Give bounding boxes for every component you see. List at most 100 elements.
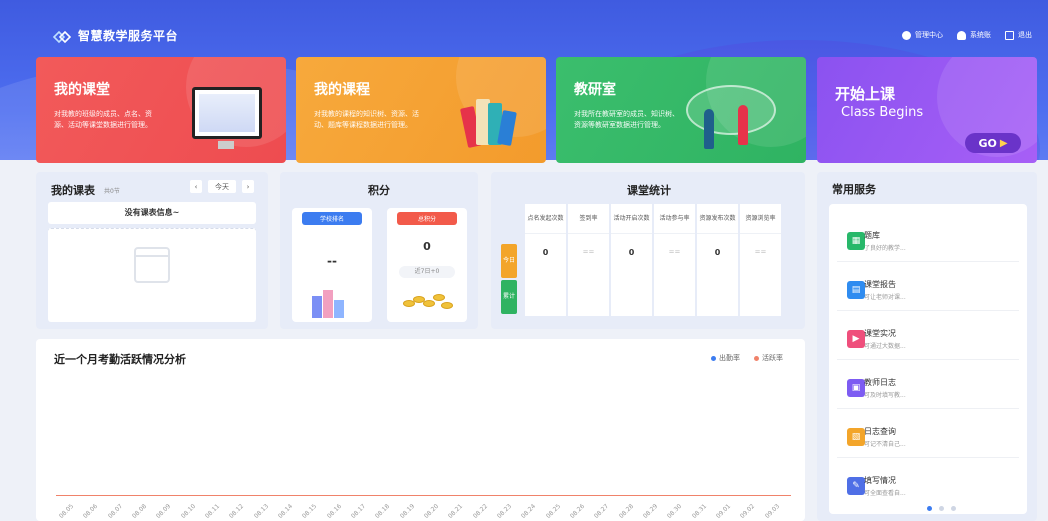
stat-column: 点名发起次数 0 [525,204,566,316]
x-tick-label: 08.13 [252,502,270,520]
go-button[interactable]: GO ▶ [965,133,1021,153]
card-title: 教研室 [574,82,616,98]
service-item-teacher-log[interactable]: ▣ 教师日志 可及时填写教... [837,365,1019,409]
common-services-panel: 常用服务 ▦ 题库 了良好的教学... ▤ 课堂报告 可让老师对课... ▶ 课… [817,172,1037,521]
carousel-dot[interactable] [951,506,956,511]
stat-value: == [582,248,595,256]
x-tick-label: 08.25 [544,502,562,520]
school-rank-label: 学校排名 [302,212,362,225]
chart-legend: 出勤率 活跃率 [711,353,783,363]
logout-icon [1005,30,1014,40]
x-axis-line [56,495,791,496]
carousel-dots [927,506,956,511]
stat-column: 资源发布次数 0 [697,204,738,316]
legend-item-activity[interactable]: 活跃率 [754,353,783,363]
service-desc: 可全面查看自... [864,490,906,497]
carousel-dot[interactable] [939,506,944,511]
schedule-empty-message: 没有课表信息~ [48,202,256,224]
stat-value: 0 [714,248,721,257]
card-desc: 对我教的课程的知识树、资源、活动、题库等课程数据进行管理。 [314,110,419,129]
service-item-live-class[interactable]: ▶ 课堂实况 可通过大数据... [837,316,1019,360]
service-item-fill-status[interactable]: ✎ 填写情况 可全面查看自... [837,463,1019,507]
stat-value: == [668,248,681,256]
legend-item-attendance[interactable]: 出勤率 [711,353,740,363]
card-title: 我的课程 [314,82,370,98]
x-tick-label: 08.18 [374,502,392,520]
report-icon: ▤ [847,281,865,299]
calendar-icon [134,247,170,283]
next-day-button[interactable]: › [242,180,254,193]
app-logo[interactable]: 智慧教学服务平台 [52,27,178,44]
service-name: 题库 [864,231,880,240]
x-tick-label: 08.28 [617,502,635,520]
service-desc: 可通过大数据... [864,343,906,350]
stat-header: 签到率 [568,204,609,234]
service-item-question-bank[interactable]: ▦ 题库 了良好的教学... [837,218,1019,262]
card-title: 开始上课 [835,85,896,103]
service-desc: 可让老师对课... [864,294,906,301]
x-tick-label: 09.02 [739,502,757,520]
service-item-class-report[interactable]: ▤ 课堂报告 可让老师对课... [837,267,1019,311]
legend-dot [711,355,716,361]
panel-title: 常用服务 [832,183,876,196]
total-points-label: 总积分 [397,212,457,225]
class-stats-table: 今日 累计 点名发起次数 0 签到率 == 活动开启次数 0 活动参与率 == … [501,204,797,320]
x-tick-label: 08.17 [350,502,368,520]
books-illustration [459,91,520,151]
stat-column: 资源浏览率 == [740,204,781,316]
row-label-today: 今日 [501,244,517,278]
x-tick-label: 08.11 [204,502,222,520]
play-icon: ▶ [847,330,865,348]
school-rank-value: -- [327,254,337,268]
attendance-analysis-panel: 近一个月考勤活跃情况分析 出勤率 活跃率 08.05 08.06 08.07 08.0… [36,339,805,521]
x-tick-label: 08.08 [131,502,149,520]
points-panel: 积分 学校排名 -- 总积分 0 近7日+0 [280,172,478,329]
x-tick-label: 08.07 [106,502,124,520]
panel-title: 积分 [368,184,390,197]
prev-day-button[interactable]: ‹ [190,180,202,193]
stat-header: 资源浏览率 [740,204,781,234]
arrow-right-icon: ▶ [999,137,1008,149]
log-icon: ▣ [847,379,865,397]
today-button[interactable]: 今天 [208,180,236,193]
user-account-link[interactable]: 系统账 [957,30,991,40]
edit-icon: ✎ [847,477,865,495]
x-tick-label: 08.16 [325,502,343,520]
log-search-icon: ▧ [847,428,865,446]
panel-title: 近一个月考勤活跃情况分析 [54,353,186,366]
x-tick-label: 08.15 [301,502,319,520]
start-class-card[interactable]: 开始上课 Class Begins GO ▶ [817,57,1037,163]
service-name: 教师日志 [864,378,896,387]
logout-label: 退出 [1018,31,1032,39]
x-tick-label: 09.03 [763,502,781,520]
service-desc: 可记不清自己... [864,441,906,448]
my-course-card[interactable]: 我的课程 对我教的课程的知识树、资源、活动、题库等课程数据进行管理。 [296,57,546,163]
app-title: 智慧教学服务平台 [78,29,179,43]
stat-value: 0 [628,248,635,257]
stat-column: 活动参与率 == [654,204,695,316]
legend-label: 活跃率 [762,354,783,362]
service-item-log-query[interactable]: ▧ 日志查询 可记不清自己... [837,414,1019,458]
row-label-total: 累计 [501,280,517,314]
x-tick-label: 08.05 [58,502,76,520]
stat-header: 点名发起次数 [525,204,566,234]
x-tick-label: 08.10 [179,502,197,520]
stat-header: 资源发布次数 [697,204,738,234]
teaching-research-card[interactable]: 教研室 对我所在教研室的成员、知识树、资源等教研室数据进行管理。 [556,57,806,163]
stat-header: 活动开启次数 [611,204,652,234]
x-tick-label: 08.24 [520,502,538,520]
x-tick-label: 08.12 [228,502,246,520]
carousel-dot[interactable] [927,506,932,511]
stat-header: 活动参与率 [654,204,695,234]
x-tick-label: 08.26 [569,502,587,520]
top-actions: 管理中心 系统账 退出 [902,30,1032,40]
service-desc: 了良好的教学... [864,245,906,252]
top-header: 智慧教学服务平台 管理中心 系统账 退出 [0,0,1048,48]
x-tick-label: 08.21 [447,502,465,520]
recent-points: 近7日+0 [399,266,455,278]
my-classroom-card[interactable]: 我的课堂 对我教的班级的成员、点名、资源、活动等课堂数据进行管理。 [36,57,286,163]
stat-column: 签到率 == [568,204,609,316]
total-points-box: 总积分 0 近7日+0 [387,208,467,322]
logout-link[interactable]: 退出 [1005,30,1032,40]
admin-center-link[interactable]: 管理中心 [902,30,943,40]
